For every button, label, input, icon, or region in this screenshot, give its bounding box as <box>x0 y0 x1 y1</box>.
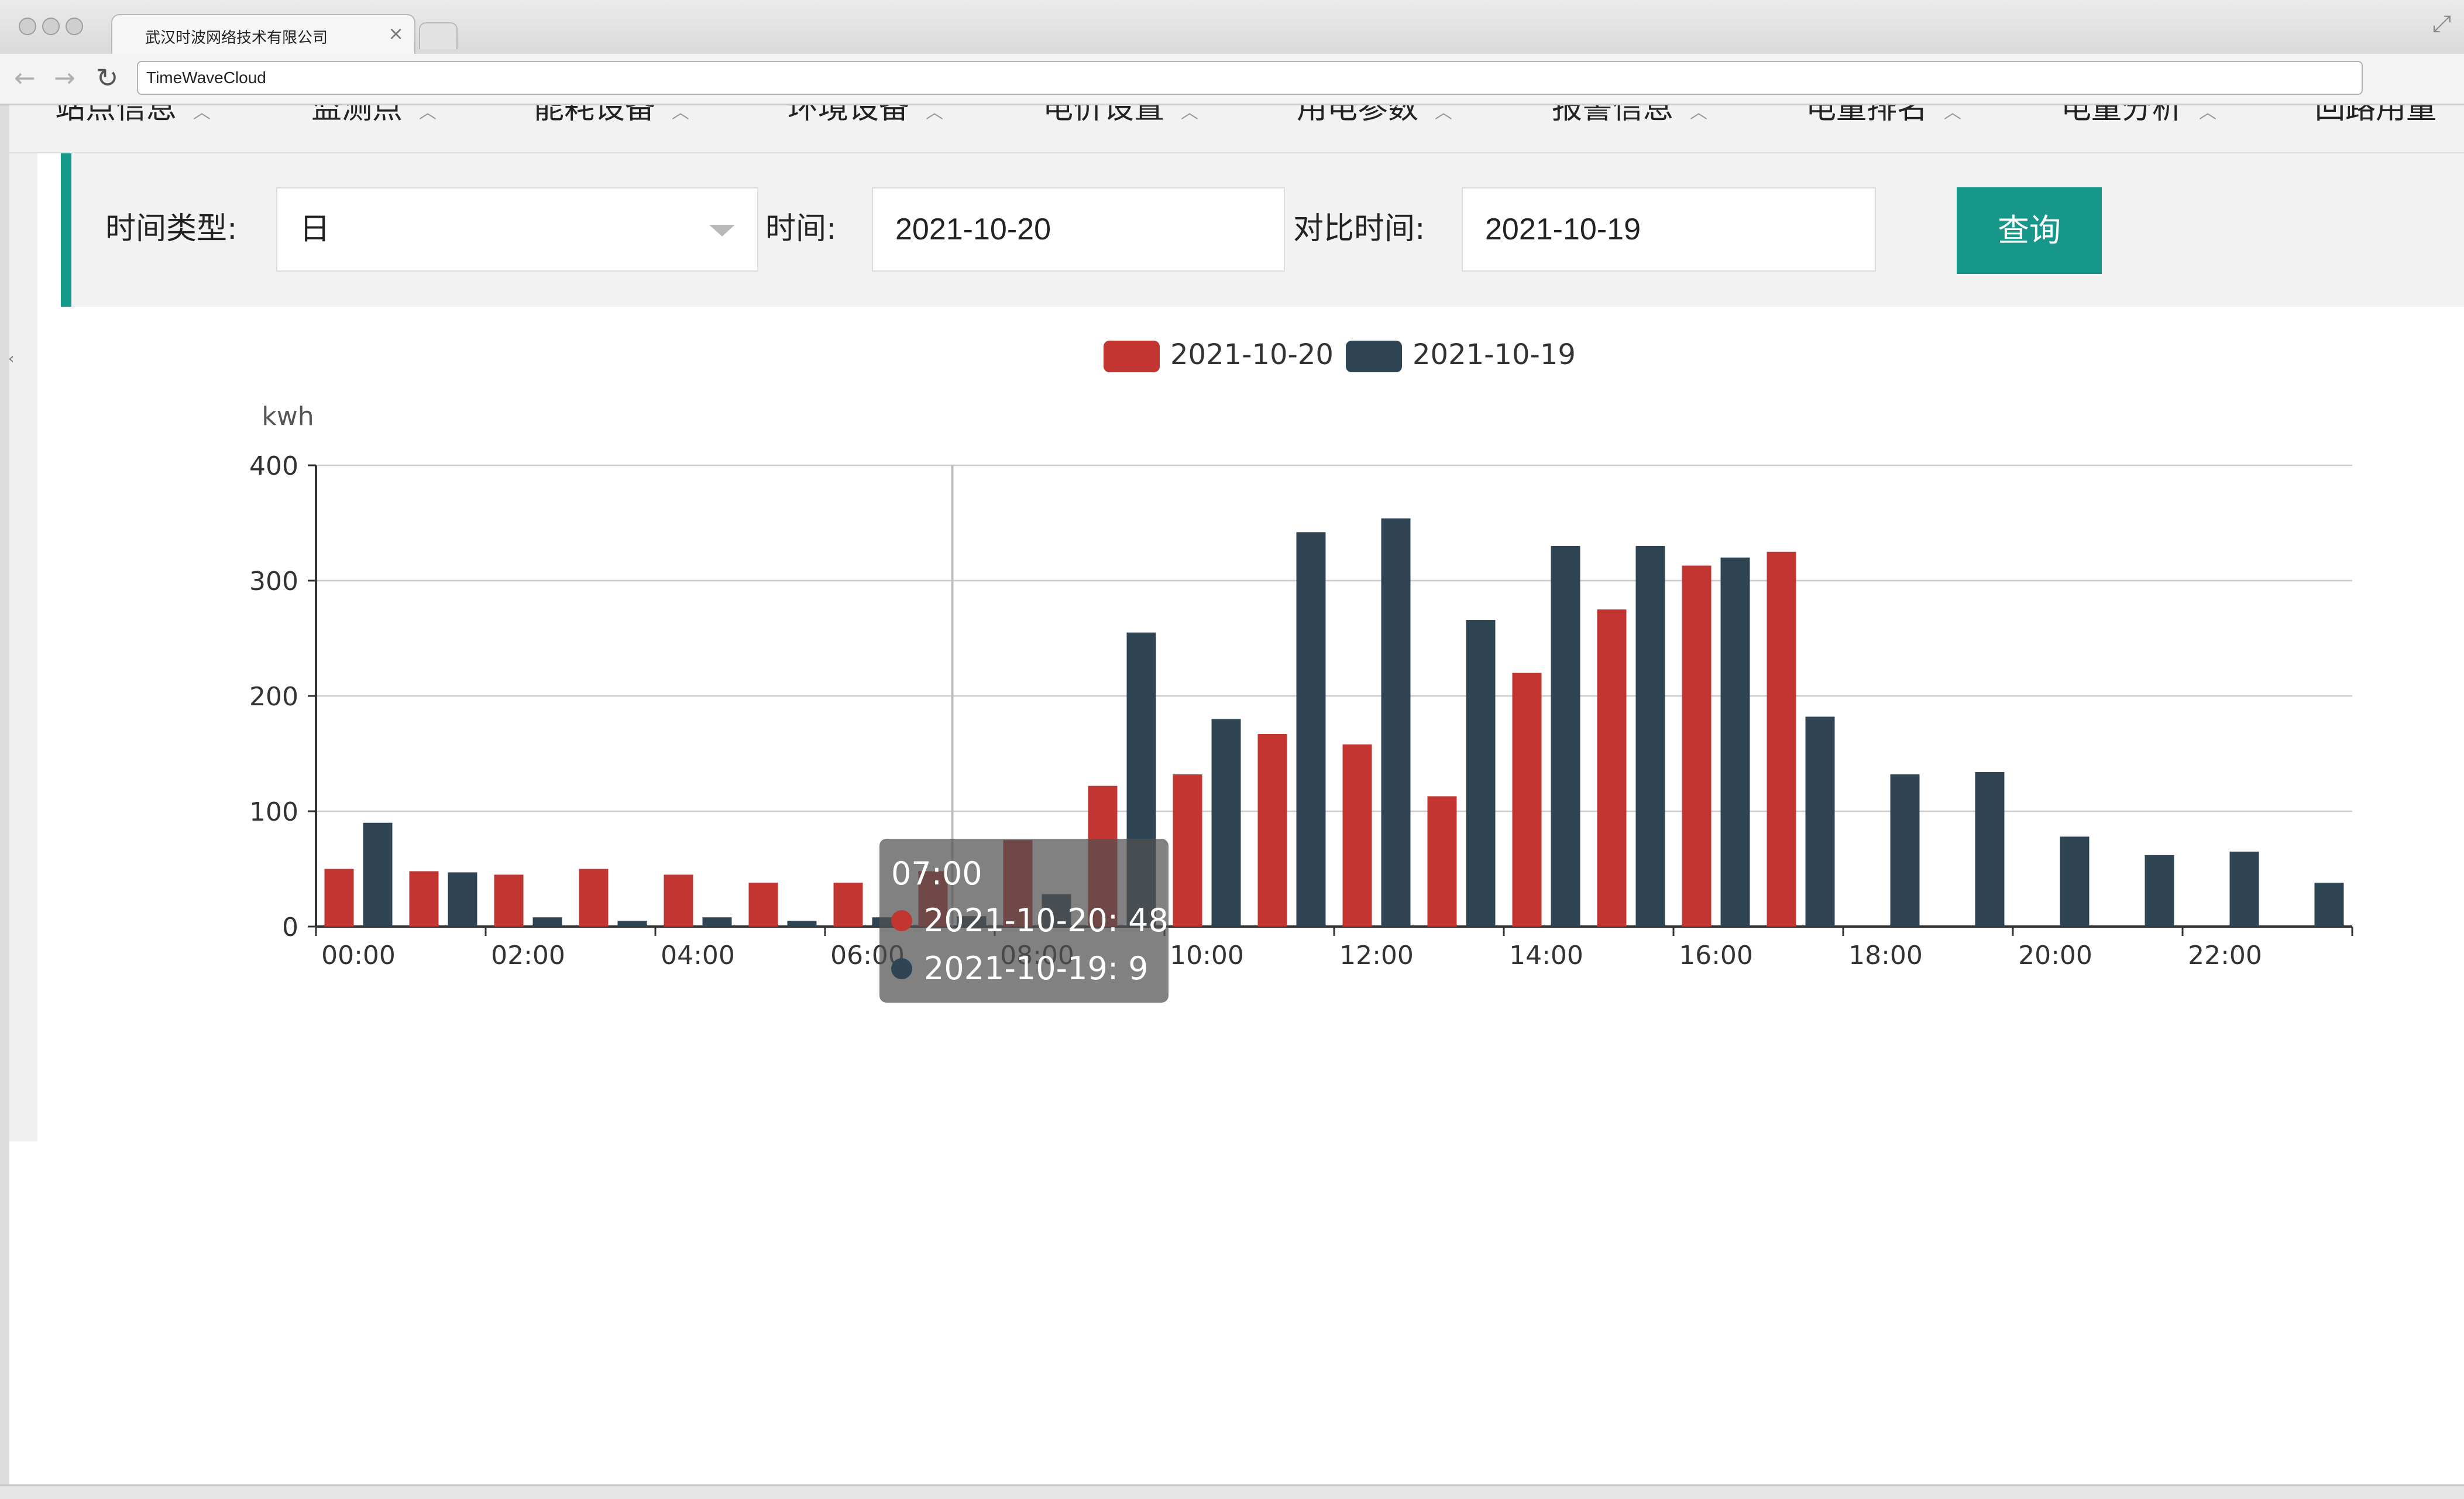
bar-compare <box>1466 619 1496 927</box>
bar-current <box>1682 565 1712 927</box>
bar-compare <box>617 921 647 927</box>
y-tick-label: 200 <box>249 682 298 712</box>
legend-label: 2021-10-20 <box>1170 338 1334 371</box>
bar-compare <box>702 917 732 927</box>
bar-current <box>748 883 778 927</box>
bar-compare <box>1890 774 1920 927</box>
bar-compare <box>2145 855 2174 927</box>
bar-current <box>1257 734 1287 927</box>
y-tick-label: 300 <box>249 567 298 596</box>
bar-compare <box>1720 557 1750 927</box>
bar-compare <box>1211 719 1241 927</box>
bar-compare <box>1975 772 2005 927</box>
bar-compare <box>787 921 817 927</box>
bar-current <box>579 869 609 927</box>
x-tick-label: 16:00 <box>1679 941 1753 970</box>
bar-current <box>1173 774 1202 927</box>
y-axis-label: kwh <box>262 402 314 431</box>
bar-compare <box>1635 546 1665 927</box>
bar-compare <box>448 872 477 927</box>
x-tick-label: 12:00 <box>1339 941 1414 970</box>
legend-label: 2021-10-19 <box>1413 338 1576 371</box>
window-bottom-edge <box>0 1484 2464 1499</box>
bar-compare <box>1551 546 1580 927</box>
x-tick-label: 14:00 <box>1509 941 1583 970</box>
bar-current <box>1427 796 1457 927</box>
bar-current <box>494 874 524 927</box>
bar-compare <box>1381 518 1411 927</box>
tooltip-series-dot <box>891 910 912 931</box>
bar-compare <box>1805 716 1835 927</box>
x-tick-label: 02:00 <box>491 941 565 970</box>
bar-current <box>833 883 863 927</box>
x-tick-label: 22:00 <box>2188 941 2262 970</box>
bar-compare <box>532 917 562 927</box>
y-tick-label: 100 <box>249 797 298 827</box>
x-tick-label: 00:00 <box>321 941 396 970</box>
y-tick-label: 0 <box>282 913 298 942</box>
bar-compare <box>2314 883 2344 927</box>
tooltip-series-dot <box>891 958 912 979</box>
bar-current <box>1342 744 1372 927</box>
tooltip-title: 07:00 <box>891 855 982 892</box>
tooltip-line: 2021-10-19: 9 <box>924 950 1149 987</box>
energy-comparison-chart: 0100200300400kwh00:0002:0004:0006:0008:0… <box>249 338 2353 1003</box>
bar-current <box>1767 551 1796 927</box>
bar-compare <box>2060 836 2090 927</box>
x-tick-label: 20:00 <box>2018 941 2092 970</box>
tooltip-line: 2021-10-20: 48 <box>924 902 1169 939</box>
legend-swatch <box>1104 341 1160 372</box>
y-tick-label: 400 <box>249 451 298 481</box>
legend-swatch <box>1346 341 1402 372</box>
bar-current <box>1512 673 1542 927</box>
bar-current <box>1597 609 1627 927</box>
x-tick-label: 18:00 <box>1848 941 1923 970</box>
bar-compare <box>363 822 393 927</box>
bar-compare <box>2229 851 2259 927</box>
bar-current <box>409 871 439 927</box>
bar-compare <box>1296 532 1326 927</box>
x-tick-label: 04:00 <box>661 941 735 970</box>
bar-current <box>324 869 354 927</box>
bar-current <box>664 874 693 927</box>
x-tick-label: 10:00 <box>1170 941 1244 970</box>
